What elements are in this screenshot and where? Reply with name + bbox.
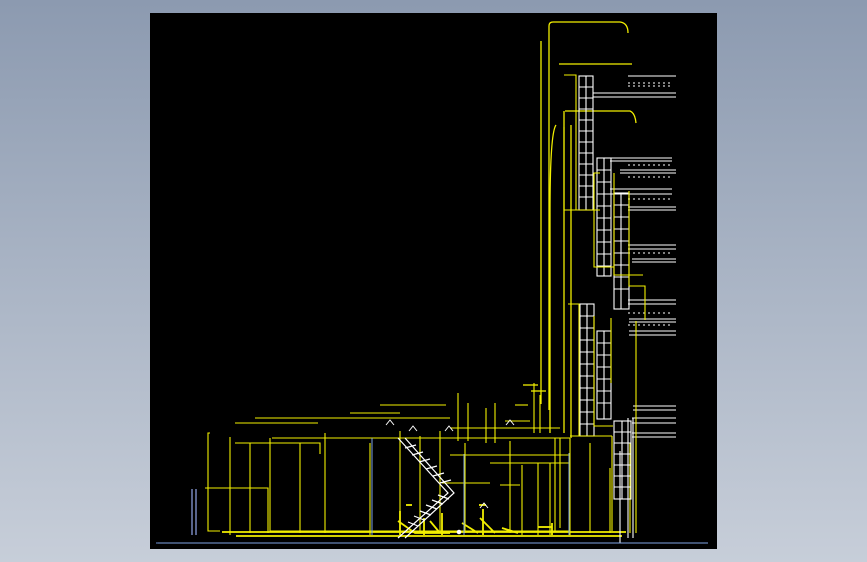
right-frame-stack xyxy=(578,75,634,538)
diagonal-stair xyxy=(397,437,455,539)
right-annotations xyxy=(593,75,676,438)
cad-drawing-icon xyxy=(156,21,708,544)
cad-drawing-canvas[interactable] xyxy=(150,13,717,549)
